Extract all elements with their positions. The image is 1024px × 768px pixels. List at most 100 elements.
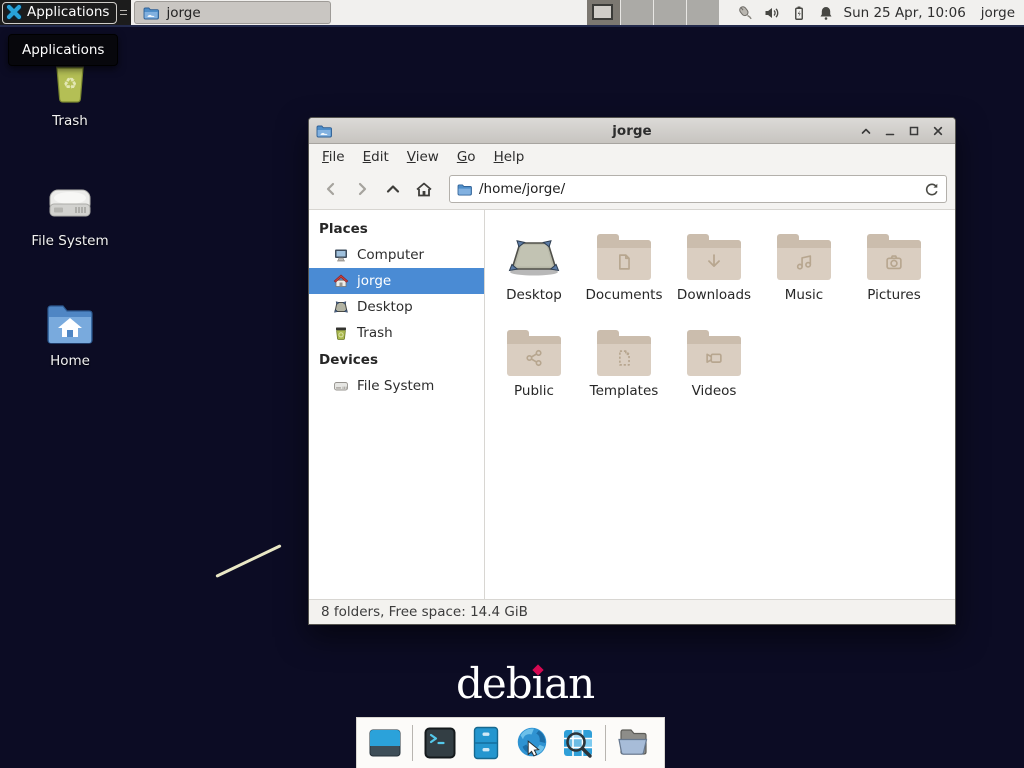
sidebar-item-jorge[interactable]: jorge — [309, 268, 484, 294]
file-item-desktop[interactable]: Desktop — [489, 224, 579, 320]
terminal-launcher[interactable] — [421, 724, 459, 762]
directory-folder-icon — [614, 724, 652, 762]
panel-username[interactable]: jorge — [981, 5, 1015, 21]
home-folder-icon — [16, 292, 124, 346]
sidebar-item-file-system[interactable]: File System — [309, 373, 484, 399]
path-folder-icon — [457, 183, 472, 196]
desktop-icon-home[interactable]: Home — [16, 292, 124, 369]
menu-go[interactable]: Go — [448, 146, 485, 168]
desktop-icon-filesystem[interactable]: File System — [16, 172, 124, 249]
minimize-button[interactable] — [881, 122, 899, 140]
workspace-pager[interactable] — [587, 0, 719, 25]
home-button[interactable] — [410, 175, 438, 203]
mouse-indicator-icon[interactable] — [736, 4, 753, 21]
volume-icon[interactable] — [764, 5, 780, 21]
file-cabinet-icon — [467, 724, 505, 762]
applications-tooltip: Applications — [8, 34, 118, 66]
file-label: Public — [514, 383, 554, 399]
file-manager-window: jorge File Edit View Go Help — [308, 117, 956, 625]
file-manager-launcher[interactable] — [467, 724, 505, 762]
titlebar[interactable]: jorge — [309, 118, 955, 144]
drive-mini-icon — [333, 378, 349, 394]
file-item-downloads[interactable]: Downloads — [669, 224, 759, 320]
workspace-1[interactable] — [587, 0, 620, 25]
globe-browser-icon — [513, 723, 551, 763]
sidebar-item-trash[interactable]: Trash — [309, 320, 484, 346]
window-body: Places Computer — [309, 210, 955, 599]
menu-file[interactable]: File — [313, 146, 354, 168]
taskbar-window-label: jorge — [166, 5, 200, 21]
sidebar-item-computer[interactable]: Computer — [309, 242, 484, 268]
web-browser-launcher[interactable] — [513, 724, 551, 762]
desktop[interactable]: { "panel": { "applications_button": { "l… — [0, 0, 1024, 768]
battery-icon[interactable] — [791, 5, 807, 21]
application-finder-launcher[interactable] — [559, 724, 597, 762]
shade-button[interactable] — [857, 122, 875, 140]
menu-view[interactable]: View — [398, 146, 448, 168]
xfce-logo-icon — [6, 4, 22, 20]
file-label: Templates — [590, 383, 659, 399]
path-entry[interactable]: /home/jorge/ — [449, 175, 947, 203]
dock-separator — [605, 725, 606, 761]
home-icon — [333, 273, 349, 289]
file-label: Music — [785, 287, 823, 303]
desktop-wallpaper-line — [215, 544, 281, 578]
workspace-4[interactable] — [686, 0, 719, 25]
sidebar-item-label: jorge — [357, 273, 391, 289]
directory-menu-button[interactable] — [614, 724, 652, 762]
desktop-special-icon — [505, 224, 563, 280]
file-item-music[interactable]: Music — [759, 224, 849, 320]
file-item-templates[interactable]: Templates — [579, 320, 669, 416]
path-value[interactable]: /home/jorge/ — [479, 181, 917, 197]
file-label: Videos — [692, 383, 737, 399]
back-button[interactable] — [317, 175, 345, 203]
sidebar-item-label: File System — [357, 378, 434, 394]
templates-folder-icon — [597, 320, 651, 376]
computer-icon — [333, 247, 349, 263]
tasklist-grip-handle[interactable] — [120, 6, 127, 20]
reload-icon[interactable] — [924, 182, 939, 197]
public-folder-icon — [507, 320, 561, 376]
blue-folder-icon — [143, 6, 159, 20]
sidebar-item-label: Trash — [357, 325, 393, 341]
sidebar-header-places: Places — [309, 215, 484, 242]
file-icon-view[interactable]: Desktop Documents — [485, 210, 955, 599]
system-tray — [736, 4, 834, 21]
forward-button[interactable] — [348, 175, 376, 203]
bottom-dock — [356, 717, 665, 768]
file-item-pictures[interactable]: Pictures — [849, 224, 939, 320]
show-desktop-button[interactable] — [366, 724, 404, 762]
workspace-3[interactable] — [653, 0, 686, 25]
documents-folder-icon — [597, 224, 651, 280]
file-item-public[interactable]: Public — [489, 320, 579, 416]
show-desktop-icon — [366, 724, 404, 762]
desktop-icon-label: Trash — [16, 113, 124, 129]
app-finder-icon — [559, 724, 597, 762]
videos-folder-icon — [687, 320, 741, 376]
up-button[interactable] — [379, 175, 407, 203]
menu-help[interactable]: Help — [485, 146, 534, 168]
window-controls — [857, 122, 955, 140]
sidebar-item-desktop[interactable]: Desktop — [309, 294, 484, 320]
file-item-documents[interactable]: Documents — [579, 224, 669, 320]
notifications-icon[interactable] — [818, 5, 834, 21]
music-folder-icon — [777, 224, 831, 280]
dock-separator — [412, 725, 413, 761]
close-button[interactable] — [929, 122, 947, 140]
menu-edit[interactable]: Edit — [354, 146, 398, 168]
applications-menu-button[interactable]: Applications — [2, 2, 117, 24]
statusbar-text: 8 folders, Free space: 14.4 GiB — [321, 604, 528, 620]
desktop-icon-label: Home — [16, 353, 124, 369]
debian-logo-text: an — [544, 659, 594, 708]
file-label: Documents — [586, 287, 663, 303]
panel-clock[interactable]: Sun 25 Apr, 10:06 — [844, 5, 966, 21]
svg-text:♻: ♻ — [63, 74, 77, 93]
file-label: Desktop — [506, 287, 562, 303]
sidebar-item-label: Desktop — [357, 299, 413, 315]
workspace-2[interactable] — [620, 0, 653, 25]
desktop-mini-icon — [333, 299, 349, 315]
taskbar-window-button[interactable]: jorge — [134, 1, 331, 24]
file-item-videos[interactable]: Videos — [669, 320, 759, 416]
maximize-button[interactable] — [905, 122, 923, 140]
file-label: Downloads — [677, 287, 751, 303]
